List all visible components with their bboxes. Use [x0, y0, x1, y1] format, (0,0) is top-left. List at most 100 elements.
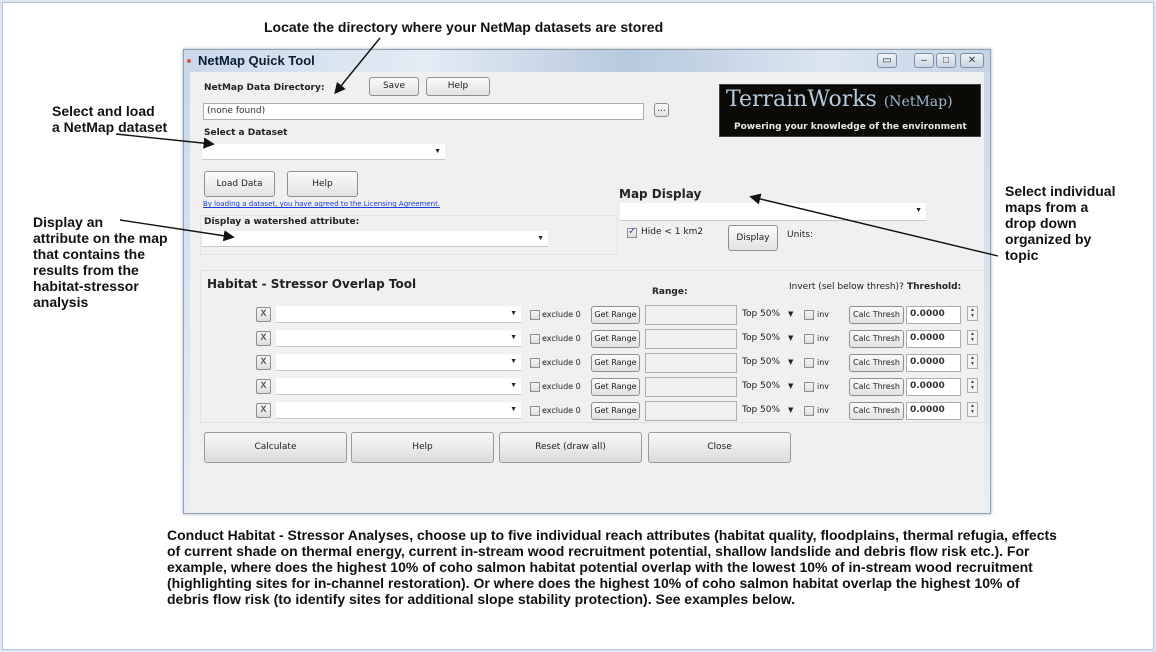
range-header: Range:	[652, 287, 688, 297]
close-button[interactable]: Close	[648, 432, 791, 463]
invert-checkbox[interactable]	[804, 310, 814, 320]
exclude-zero-label: exclude 0	[542, 358, 581, 367]
threshold-field[interactable]: 0.0000	[906, 378, 961, 396]
window-title: NetMap Quick Tool	[198, 53, 315, 68]
watershed-attribute-label: Display a watershed attribute:	[204, 217, 360, 227]
logo-text: TerrainWorks (NetMap)	[726, 87, 953, 112]
threshold-field[interactable]: 0.0000	[906, 330, 961, 348]
remove-row-button[interactable]: X	[256, 355, 271, 370]
threshold-field[interactable]: 0.0000	[906, 306, 961, 324]
calc-thresh-button[interactable]: Calc Thresh	[849, 354, 904, 372]
maximize-button[interactable]: □	[936, 53, 956, 68]
get-range-button[interactable]: Get Range	[591, 354, 640, 372]
threshold-spinner[interactable]: ▲ ▼	[967, 330, 978, 345]
attribute-dropdown[interactable]: ▼	[276, 330, 521, 347]
invert-checkbox[interactable]	[804, 358, 814, 368]
calc-thresh-button[interactable]: Calc Thresh	[849, 306, 904, 324]
get-range-button[interactable]: Get Range	[591, 402, 640, 420]
get-range-button[interactable]: Get Range	[591, 330, 640, 348]
license-agreement-link[interactable]: By loading a dataset, you have agreed to…	[203, 200, 440, 208]
help-button[interactable]: Help	[351, 432, 494, 463]
threshold-field[interactable]: 0.0000	[906, 402, 961, 420]
chevron-down-icon: ▼	[537, 235, 544, 242]
help-directory-button[interactable]: Help	[426, 77, 490, 96]
reset-button[interactable]: Reset (draw all)	[499, 432, 642, 463]
range-field[interactable]	[645, 305, 737, 325]
top-percent-select[interactable]: Top 50%	[742, 309, 780, 319]
hide-small-checkbox[interactable]	[627, 226, 637, 238]
get-range-button[interactable]: Get Range	[591, 306, 640, 324]
map-display-dropdown[interactable]: ▼	[620, 203, 926, 221]
annotation-top: Locate the directory where your NetMap d…	[264, 19, 664, 35]
close-window-button[interactable]: ✕	[960, 53, 984, 68]
attribute-dropdown[interactable]: ▼	[276, 402, 521, 419]
exclude-zero-checkbox[interactable]	[530, 406, 540, 416]
attribute-dropdown[interactable]: ▼	[276, 378, 521, 395]
exclude-zero-label: exclude 0	[542, 406, 581, 415]
get-range-button[interactable]: Get Range	[591, 378, 640, 396]
exclude-zero-checkbox[interactable]	[530, 358, 540, 368]
invert-checkbox[interactable]	[804, 406, 814, 416]
annotation-line: drop down	[1005, 215, 1077, 231]
remove-row-button[interactable]: X	[256, 403, 271, 418]
invert-checkbox[interactable]	[804, 334, 814, 344]
annotation-line: habitat-stressor	[33, 278, 139, 294]
chevron-down-icon: ▼	[434, 148, 441, 155]
threshold-spinner[interactable]: ▲ ▼	[967, 306, 978, 321]
restore-icon[interactable]: ▭	[877, 53, 897, 68]
watershed-attribute-dropdown[interactable]: ▼	[202, 231, 548, 247]
annotation-line: Select and load	[52, 103, 155, 119]
load-data-button[interactable]: Load Data	[204, 171, 275, 197]
remove-row-button[interactable]: X	[256, 379, 271, 394]
display-button[interactable]: Display	[728, 225, 778, 251]
exclude-zero-label: exclude 0	[542, 310, 581, 319]
netmap-quick-tool-window: NetMap Quick Tool ▭ – □ ✕ NetMap Data Di…	[183, 49, 991, 514]
logo-paren: (NetMap)	[883, 94, 953, 110]
hide-small-label: Hide < 1 km2	[641, 227, 704, 237]
remove-row-button[interactable]: X	[256, 307, 271, 322]
top-percent-select[interactable]: Top 50%	[742, 333, 780, 343]
annotation-line: results from the	[33, 262, 139, 278]
map-display-label: Map Display	[619, 187, 702, 201]
invert-label: inv	[817, 382, 830, 391]
threshold-field[interactable]: 0.0000	[906, 354, 961, 372]
threshold-spinner[interactable]: ▲ ▼	[967, 378, 978, 393]
top-percent-select[interactable]: Top 50%	[742, 405, 780, 415]
attribute-dropdown[interactable]: ▼	[276, 354, 521, 371]
calc-thresh-button[interactable]: Calc Thresh	[849, 330, 904, 348]
bottom-description: Conduct Habitat - Stressor Analyses, cho…	[167, 527, 1057, 607]
attribute-dropdown[interactable]: ▼	[276, 306, 521, 323]
threshold-spinner[interactable]: ▲ ▼	[967, 354, 978, 369]
top-percent-select[interactable]: Top 50%	[742, 357, 780, 367]
calc-thresh-button[interactable]: Calc Thresh	[849, 402, 904, 420]
minimize-button[interactable]: –	[914, 53, 934, 68]
exclude-zero-checkbox[interactable]	[530, 310, 540, 320]
range-field[interactable]	[645, 353, 737, 373]
top-percent-select[interactable]: Top 50%	[742, 381, 780, 391]
chevron-down-icon: ▼	[510, 334, 517, 341]
remove-row-button[interactable]: X	[256, 331, 271, 346]
range-field[interactable]	[645, 329, 737, 349]
invert-label: inv	[817, 358, 830, 367]
annotation-line: topic	[1005, 247, 1039, 263]
exclude-zero-checkbox[interactable]	[530, 334, 540, 344]
browse-button[interactable]: ...	[654, 103, 669, 117]
exclude-zero-checkbox[interactable]	[530, 382, 540, 392]
calculate-button[interactable]: Calculate	[204, 432, 347, 463]
invert-checkbox[interactable]	[804, 382, 814, 392]
chevron-down-icon: ▼	[788, 334, 794, 342]
chevron-down-icon: ▼	[788, 382, 794, 390]
title-bar[interactable]: NetMap Quick Tool ▭ – □ ✕	[184, 50, 990, 72]
calc-thresh-button[interactable]: Calc Thresh	[849, 378, 904, 396]
select-dataset-label: Select a Dataset	[204, 128, 288, 138]
range-field[interactable]	[645, 401, 737, 421]
save-button[interactable]: Save	[369, 77, 419, 96]
annotation-line: a NetMap dataset	[52, 119, 168, 135]
threshold-spinner[interactable]: ▲ ▼	[967, 402, 978, 417]
dataset-dropdown[interactable]: ▼	[202, 144, 445, 160]
chevron-down-icon: ▼	[510, 310, 517, 317]
range-field[interactable]	[645, 377, 737, 397]
help-load-button[interactable]: Help	[287, 171, 358, 197]
data-directory-field[interactable]: (none found)	[203, 103, 644, 120]
exclude-zero-label: exclude 0	[542, 382, 581, 391]
